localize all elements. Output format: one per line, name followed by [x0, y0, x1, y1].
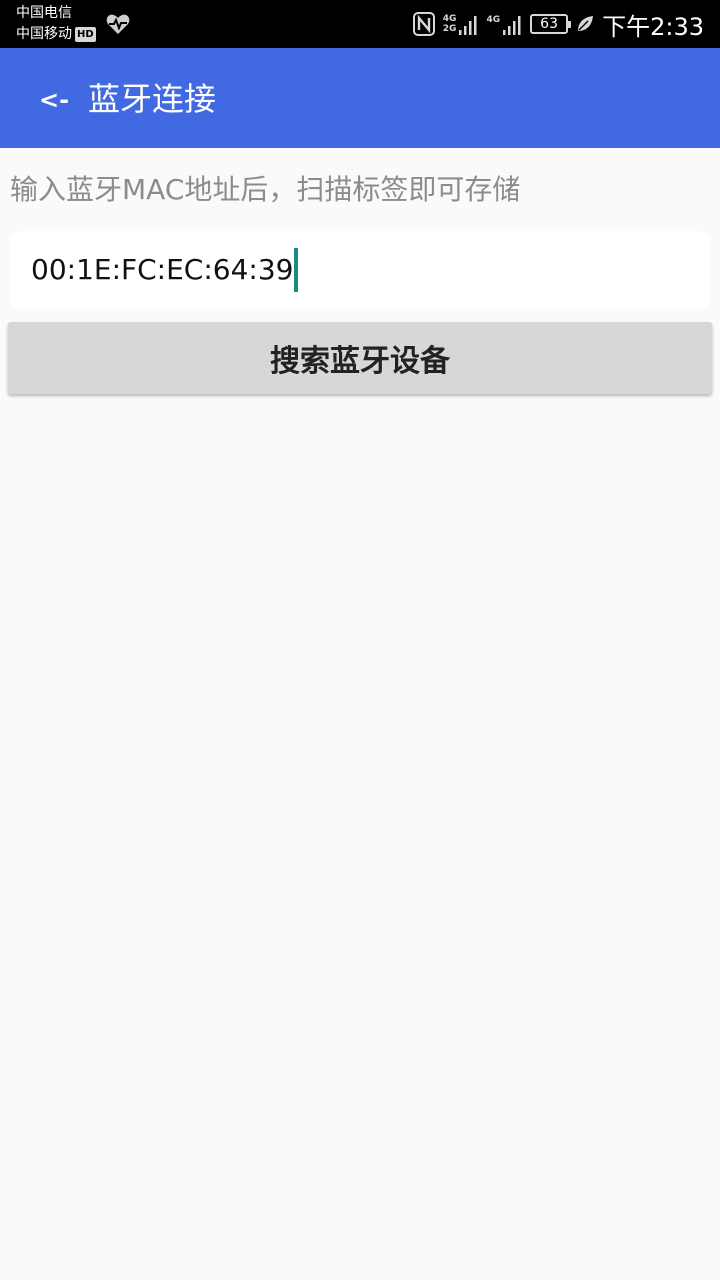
carrier-1-label: 中国电信: [16, 5, 72, 21]
carrier-2-label: 中国移动: [16, 26, 72, 42]
carrier-2: 中国移动 HD: [16, 24, 96, 45]
network-type-second: 4G: [486, 15, 501, 25]
status-icons: 4G 2G 4G 63 下午2:33: [412, 0, 704, 48]
hd-badge: HD: [75, 27, 96, 42]
mac-address-value-row: 00:1E:FC:EC:64:39: [31, 247, 299, 293]
mac-address-value: 00:1E:FC:EC:64:39: [31, 253, 294, 286]
status-bar: 中国电信 中国移动 HD 4G 2G 4G 63 下午2:33: [0, 0, 720, 48]
app-bar: <- 蓝牙连接: [0, 48, 720, 148]
nfc-icon: [412, 12, 435, 36]
clock: 下午2:33: [602, 12, 704, 41]
search-bluetooth-button[interactable]: 搜索蓝牙设备: [8, 322, 712, 394]
battery-level: 63: [540, 16, 558, 32]
mac-hint-text: 输入蓝牙MAC地址后，扫描标签即可存储: [10, 173, 521, 206]
network-type-stack: 4G 2G: [443, 14, 457, 34]
carrier-1: 中国电信: [16, 3, 96, 24]
heart-rate-icon: [106, 14, 130, 34]
signal-icon-2: [503, 16, 521, 35]
signal-icon: [459, 16, 477, 35]
battery-icon: 63: [530, 14, 572, 34]
back-button[interactable]: <-: [28, 78, 80, 122]
leaf-icon: [578, 16, 594, 31]
page-title: 蓝牙连接: [88, 80, 217, 118]
carrier-info: 中国电信 中国移动 HD: [16, 3, 96, 45]
signal-group-2: 4G: [486, 12, 522, 36]
network-type-bottom: 2G: [442, 24, 457, 34]
signal-group-1: 4G 2G: [443, 12, 479, 36]
text-cursor: [294, 248, 299, 292]
mac-address-input[interactable]: 00:1E:FC:EC:64:39: [10, 231, 710, 309]
network-type-top: 4G: [442, 14, 457, 24]
